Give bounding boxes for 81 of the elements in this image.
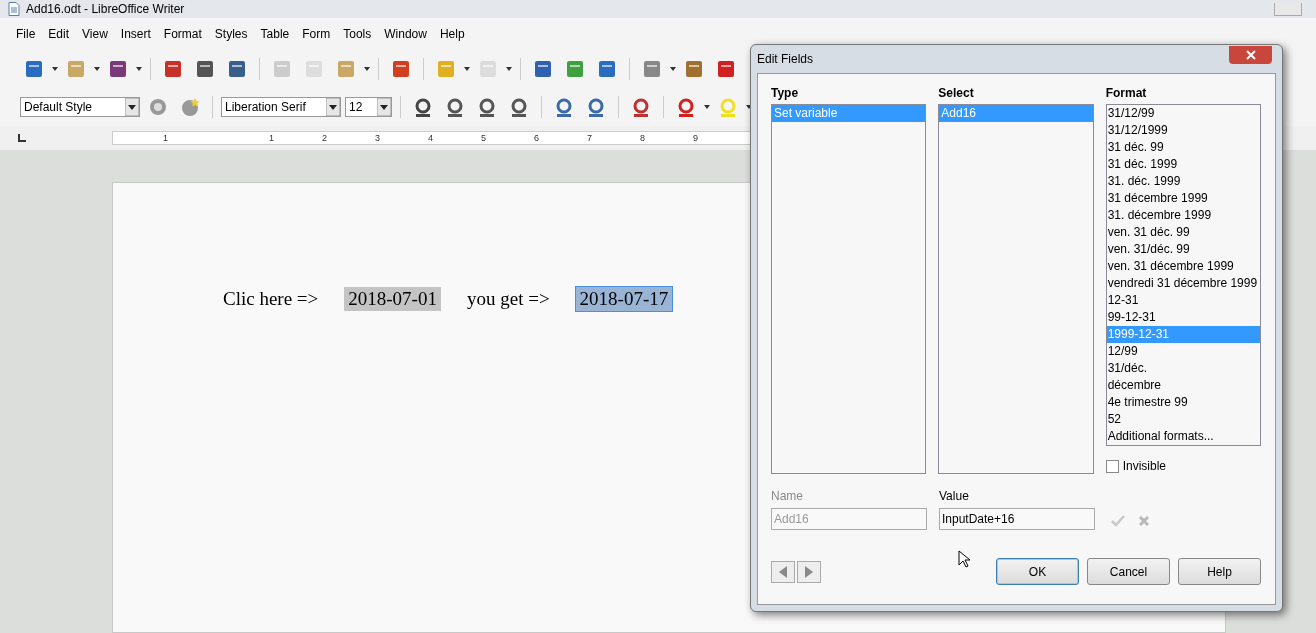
document-text: you get =>	[465, 287, 551, 311]
menu-item[interactable]: Format	[157, 27, 208, 41]
value-field[interactable]: InputDate+16	[939, 508, 1095, 530]
dropdown-arrow-icon[interactable]	[136, 67, 142, 71]
dropdown-arrow-icon[interactable]	[670, 67, 676, 71]
type-label: Type	[771, 86, 800, 100]
ruler-number: 4	[427, 133, 434, 143]
list-item[interactable]: Additional formats...	[1106, 428, 1260, 445]
invisible-label: Invisible	[1122, 459, 1166, 473]
ruler-number: 1	[268, 133, 275, 143]
list-item[interactable]: 31 décembre 1999	[1106, 190, 1260, 207]
list-item[interactable]: 99-12-31	[1106, 309, 1260, 326]
list-item[interactable]: 31. déc. 1999	[1106, 173, 1260, 190]
dropdown-arrow-icon[interactable]	[704, 105, 710, 109]
value-label: Value	[939, 489, 970, 503]
list-item[interactable]: ven. 31 décembre 1999	[1106, 258, 1260, 275]
document-icon	[8, 2, 20, 16]
dialog-button[interactable]: Cancel	[1087, 558, 1170, 585]
next-button[interactable]	[797, 560, 821, 583]
ruler-number: 5	[480, 133, 487, 143]
menu-item[interactable]: Insert	[114, 27, 157, 41]
dropdown-arrow-icon[interactable]	[464, 67, 470, 71]
dropdown-arrow-icon[interactable]	[52, 67, 58, 71]
document-text: Clic here =>	[222, 287, 320, 311]
menu-item[interactable]: Help	[433, 27, 471, 41]
menu-item[interactable]: Table	[254, 27, 296, 41]
menu-item[interactable]: Tools	[337, 27, 378, 41]
menu-item[interactable]: File	[10, 27, 42, 41]
paragraph-style-dropdown[interactable]: Default Style	[20, 97, 140, 117]
ruler-number: 6	[533, 133, 540, 143]
document-text: 2018-07-01	[344, 287, 441, 311]
ruler-number: 7	[586, 133, 593, 143]
list-item[interactable]: 12-31	[1106, 292, 1260, 309]
list-item[interactable]: 4e trimestre 99	[1106, 394, 1260, 411]
ruler-number: 9	[692, 133, 699, 143]
dropdown-arrow-icon[interactable]	[506, 67, 512, 71]
list-item[interactable]: 12/99	[1106, 343, 1260, 360]
dialog-button[interactable]: Help	[1178, 558, 1261, 585]
document-text: 2018-07-17	[575, 287, 673, 311]
tab-stop-icon[interactable]	[18, 134, 26, 142]
list-item[interactable]: décembre	[1106, 377, 1260, 394]
menu-item[interactable]: Styles	[208, 27, 254, 41]
font-size-dropdown[interactable]: 12	[345, 97, 392, 117]
format-label: Format	[1105, 86, 1148, 100]
menu-item[interactable]: Window	[378, 27, 433, 41]
list-item[interactable]: ven. 31/déc. 99	[1106, 241, 1260, 258]
list-item[interactable]: ven. 31 déc. 99	[1106, 224, 1260, 241]
list-item[interactable]: 31/12/1999	[1106, 122, 1260, 139]
ruler-number: 1	[162, 133, 169, 143]
list-item[interactable]: 31/12/99	[1106, 105, 1260, 122]
list-item[interactable]: 31 déc. 99	[1106, 139, 1260, 156]
close-button[interactable]	[1229, 46, 1272, 64]
select-label: Select	[938, 86, 975, 100]
list-item[interactable]: 52	[1106, 411, 1260, 428]
dropdown-arrow-icon[interactable]	[364, 67, 370, 71]
checkmark-icon[interactable]	[1111, 515, 1125, 527]
format-list[interactable]	[1105, 104, 1261, 446]
list-item[interactable]: 31. décembre 1999	[1106, 207, 1260, 224]
menu-item[interactable]: View	[76, 27, 114, 41]
font-name-dropdown[interactable]: Liberation Serif	[221, 97, 341, 117]
list-item[interactable]: vendredi 31 décembre 1999	[1106, 275, 1260, 292]
ruler-number: 3	[374, 133, 381, 143]
caret-icon[interactable]	[377, 98, 391, 116]
caret-icon[interactable]	[125, 98, 139, 116]
right-triangle-icon[interactable]	[805, 565, 813, 578]
window-title: Add16.odt - LibreOffice Writer	[26, 2, 185, 16]
left-triangle-icon[interactable]	[779, 565, 787, 578]
name-label: Name	[771, 489, 804, 503]
list-item[interactable]: 31/déc.	[1106, 360, 1260, 377]
list-item[interactable]: 31 déc. 1999	[1106, 156, 1260, 173]
dropdown-arrow-icon[interactable]	[94, 67, 100, 71]
ruler-number: 2	[321, 133, 328, 143]
mouse-cursor-icon	[958, 550, 970, 568]
invisible-checkbox[interactable]	[1105, 459, 1119, 473]
caret-icon[interactable]	[326, 98, 340, 116]
dialog-button[interactable]: OK	[996, 558, 1079, 585]
previous-button[interactable]	[771, 560, 795, 583]
menu-item[interactable]: Edit	[42, 27, 76, 41]
menu-item[interactable]: Form	[296, 27, 337, 41]
ruler-number: 8	[639, 133, 646, 143]
dialog-title: Edit Fields	[757, 52, 814, 66]
